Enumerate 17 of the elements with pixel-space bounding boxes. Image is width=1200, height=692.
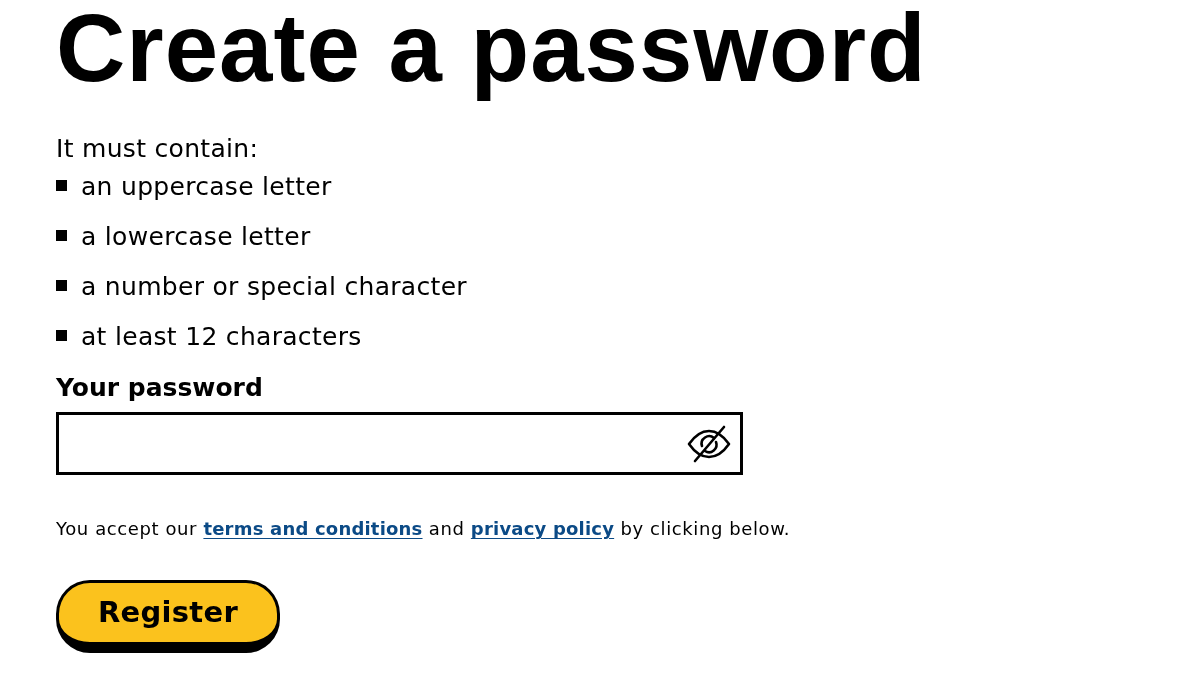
eye-slash-icon[interactable] [686,424,732,463]
field-label: Your password [56,373,263,404]
password-field[interactable] [56,412,743,476]
page-title: Create a password [56,0,927,103]
text-link[interactable]: terms and conditions [203,518,423,540]
requirement-text: an uppercase letter [81,172,332,203]
consent-text: You accept our terms and conditions and privacy policy by clicking below. [56,517,791,542]
text-link[interactable]: privacy policy [470,518,615,540]
bullet-icon [56,329,67,341]
bullet-icon [56,229,67,241]
bullet-icon [56,279,67,291]
requirement-text: a lowercase letter [81,222,311,253]
requirement-text: at least 12 characters [81,322,362,353]
requirements-intro: It must contain: [56,134,259,165]
requirement-text: a number or special character [81,272,467,303]
bullet-icon [56,179,67,191]
register-button[interactable]: Register [56,580,280,654]
